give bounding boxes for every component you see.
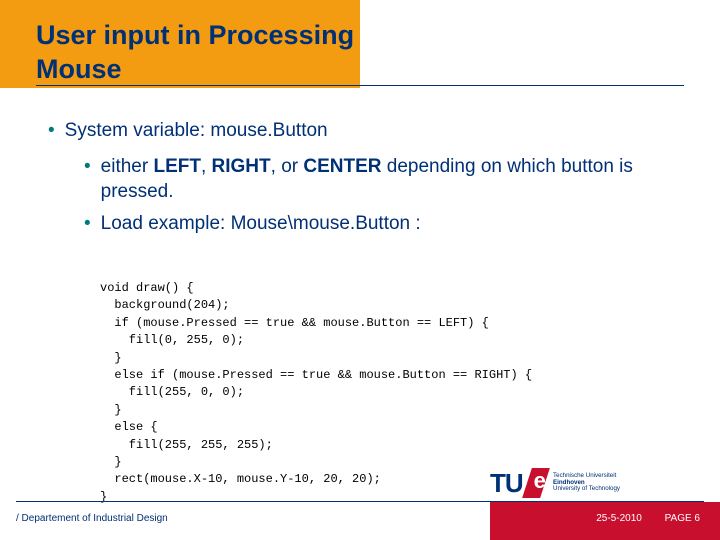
bullet-main-text: System variable: mouse.Button [65,118,680,144]
logo-tu-text: TU [490,468,523,499]
bullet-dot-icon: • [84,211,91,237]
slide: User input in Processing Mouse • System … [0,0,720,540]
content-area: • System variable: mouse.Button • either… [48,118,680,243]
title-line-1: User input in Processing [36,20,684,52]
logo-e-text: e [533,468,545,494]
sub1-left: LEFT [153,156,201,177]
footer-department: / Departement of Industrial Design [16,513,168,524]
footer-page: PAGE 6 [665,513,700,524]
title-line-2: Mouse [36,54,684,86]
tue-logo: TU e Technische Universiteit Eindhoven U… [490,466,620,500]
logo-sub-3: University of Technology [553,485,620,492]
bullet-dot-icon: • [48,118,55,144]
sub-bullet-list: • either LEFT, RIGHT, or CENTER dependin… [84,154,680,237]
bullet-dot-icon: • [84,154,91,205]
sub-bullet-1-text: either LEFT, RIGHT, or CENTER depending … [101,154,680,205]
title-block: User input in Processing Mouse [36,20,684,88]
sub-bullet-2-text: Load example: Mouse\mouse.Button : [101,211,680,237]
sub1-center: CENTER [303,156,381,177]
sub1-right: RIGHT [212,156,271,177]
sub1-sep2: , or [271,156,304,177]
footer-date: 25-5-2010 [596,513,642,524]
logo-slash-icon: e [522,468,550,498]
footer-divider [16,501,704,502]
sub-bullet-2: • Load example: Mouse\mouse.Button : [84,211,680,237]
title-underline [36,85,684,86]
bullet-main: • System variable: mouse.Button [48,118,680,144]
footer-right-group: 25-5-2010 PAGE 6 [576,513,700,524]
logo-subtitle: Technische Universiteit Eindhoven Univer… [553,473,620,493]
sub1-prefix: either [101,156,154,177]
sub1-sep1: , [201,156,212,177]
sub-bullet-1: • either LEFT, RIGHT, or CENTER dependin… [84,154,680,205]
code-block: void draw() { background(204); if (mouse… [100,280,532,506]
